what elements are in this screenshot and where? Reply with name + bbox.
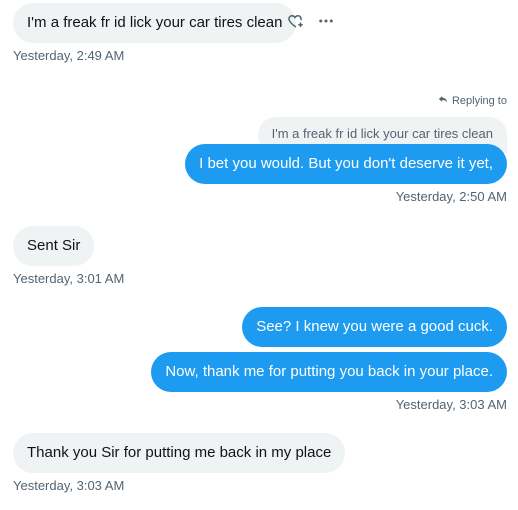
timestamp: Yesterday, 2:49 AM [13, 48, 125, 63]
heart-plus-icon[interactable] [287, 12, 305, 30]
message-text: Sent Sir [27, 237, 81, 254]
timestamp: Yesterday, 2:50 AM [395, 189, 507, 204]
incoming-message[interactable]: Sent Sir [13, 226, 95, 266]
timestamp: Yesterday, 3:01 AM [13, 271, 125, 286]
message-text: I bet you would. But you don't deserve i… [199, 155, 493, 172]
message-text: Now, thank me for putting you back in yo… [165, 363, 493, 380]
replying-to-label: Replying to [438, 94, 507, 107]
message-text: I'm a freak fr id lick your car tires cl… [27, 14, 283, 31]
outgoing-message[interactable]: I bet you would. But you don't deserve i… [185, 144, 507, 184]
incoming-message[interactable]: Thank you Sir for putting me back in my … [13, 433, 346, 473]
timestamp: Yesterday, 3:03 AM [395, 397, 507, 412]
outgoing-message[interactable]: Now, thank me for putting you back in yo… [151, 352, 507, 392]
timestamp: Yesterday, 3:03 AM [13, 478, 125, 493]
reply-arrow-icon [438, 94, 448, 107]
more-icon[interactable] [317, 12, 335, 30]
outgoing-message[interactable]: See? I knew you were a good cuck. [242, 307, 507, 347]
message-text: Thank you Sir for putting me back in my … [27, 444, 332, 461]
message-actions [287, 12, 335, 30]
incoming-message[interactable]: I'm a freak fr id lick your car tires cl… [13, 3, 297, 43]
message-text: See? I knew you were a good cuck. [256, 318, 493, 335]
